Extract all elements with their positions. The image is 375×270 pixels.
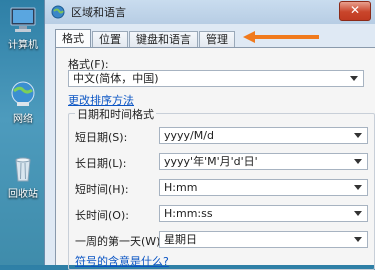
chevron-down-icon xyxy=(354,211,362,216)
tab-administrative[interactable]: 管理 xyxy=(199,31,235,48)
chevron-down-icon xyxy=(350,76,358,81)
long-date-value: yyyy'年'M'月'd'日' xyxy=(164,155,258,168)
chevron-down-icon xyxy=(354,133,362,138)
long-date-select[interactable]: yyyy'年'M'月'd'日' xyxy=(159,153,368,170)
computer-icon xyxy=(10,7,36,32)
short-date-label: 短日期(S): xyxy=(75,131,128,144)
chevron-down-icon xyxy=(354,185,362,190)
long-time-select[interactable]: H:mm:ss xyxy=(159,205,368,222)
tab-location[interactable]: 位置 xyxy=(92,31,128,48)
region-globe-icon xyxy=(51,5,65,19)
desktop-icon-label: 网络 xyxy=(13,114,33,125)
chevron-down-icon xyxy=(354,237,362,242)
long-time-value: H:mm:ss xyxy=(164,207,213,220)
date-time-formats-group: 日期和时间格式 短日期(S): yyyy/M/d 长日期(L): yyyy'年'… xyxy=(68,106,375,270)
tab-formats[interactable]: 格式 xyxy=(55,29,91,48)
title-bar[interactable]: 区域和语言 ✕ xyxy=(45,0,375,24)
tab-strip: 格式 位置 键盘和语言 管理 xyxy=(55,29,236,48)
window-title: 区域和语言 xyxy=(71,6,126,19)
desktop-icon-label: 计算机 xyxy=(8,40,38,51)
short-time-value: H:mm xyxy=(164,181,198,194)
recycle-bin-icon xyxy=(15,157,31,182)
first-day-of-week-value: 星期日 xyxy=(164,233,197,246)
tab-keyboards-languages[interactable]: 键盘和语言 xyxy=(129,31,198,48)
long-date-label: 长日期(L): xyxy=(75,157,127,170)
format-select[interactable]: 中文(简体，中国) xyxy=(68,70,364,87)
short-time-label: 短时间(H): xyxy=(75,183,129,196)
symbols-meaning-link[interactable]: 符号的含意是什么? xyxy=(75,253,169,269)
close-button[interactable]: ✕ xyxy=(339,1,371,21)
desktop-icon-label: 回收站 xyxy=(8,189,38,200)
first-day-of-week-select[interactable]: 星期日 xyxy=(159,231,368,248)
network-globe-icon xyxy=(11,81,35,106)
desktop-icon-network[interactable]: 网络 xyxy=(0,80,46,125)
chevron-down-icon xyxy=(354,159,362,164)
first-day-of-week-label: 一周的第一天(W): xyxy=(75,235,165,248)
formats-panel: 格式(F): 中文(简体，中国) 更改排序方法 日期和时间格式 短日期(S): … xyxy=(55,47,375,270)
region-language-dialog: 区域和语言 ✕ 格式 位置 键盘和语言 管理 格式(F): 中文(简体，中国) … xyxy=(44,0,375,270)
short-time-select[interactable]: H:mm xyxy=(159,179,368,196)
short-date-value: yyyy/M/d xyxy=(164,129,214,142)
format-select-value: 中文(简体，中国) xyxy=(73,72,159,85)
desktop-icon-recycle-bin[interactable]: 回收站 xyxy=(0,155,46,200)
desktop-icon-computer[interactable]: 计算机 xyxy=(0,6,46,51)
short-date-select[interactable]: yyyy/M/d xyxy=(159,127,368,144)
long-time-label: 长时间(O): xyxy=(75,209,129,222)
group-title: 日期和时间格式 xyxy=(75,106,156,122)
annotation-arrow-icon xyxy=(243,31,319,43)
